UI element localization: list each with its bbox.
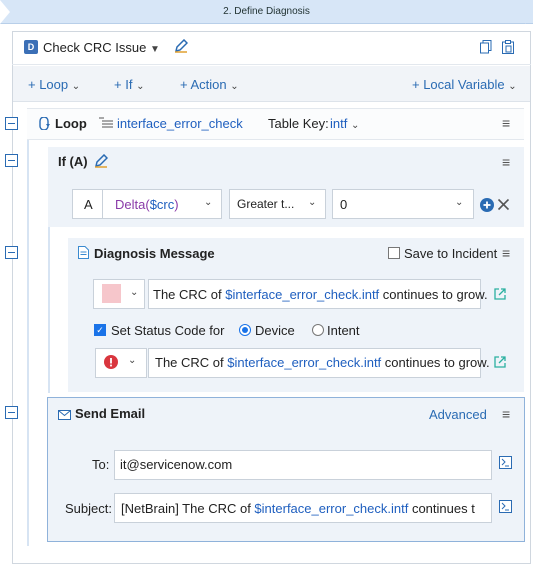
condition-value-text: 0 [340, 197, 348, 212]
diagnosis-menu-icon[interactable]: ≡ [502, 245, 510, 261]
add-loop-label: + Loop [28, 77, 69, 92]
add-action-label: + Action [180, 77, 227, 92]
loop-label: Loop [55, 116, 87, 131]
page-title-label: Check CRC Issue [43, 40, 147, 55]
table-key-value: intf [330, 116, 348, 131]
loop-table-link[interactable]: interface_error_check [117, 116, 243, 131]
paste-icon[interactable] [502, 40, 514, 57]
add-local-variable-label: + Local Variable [412, 77, 505, 92]
operand-suffix: ) [174, 197, 179, 212]
condition-letter-text: A [84, 197, 93, 212]
mail-icon [58, 408, 71, 423]
loop-icon [37, 116, 51, 133]
collapse-email-icon[interactable] [5, 406, 18, 419]
operand-prefix: Delta( [115, 197, 150, 212]
variable-picker-icon[interactable] [499, 500, 512, 516]
add-local-variable-button[interactable]: + Local Variable ⌄ [412, 77, 517, 92]
message-icon [78, 246, 89, 262]
table-key-select[interactable]: intf ⌄ [330, 116, 359, 131]
page-title[interactable]: Check CRC Issue ▼ [43, 40, 160, 55]
save-to-incident-label: Save to Incident [404, 246, 498, 261]
operand-variable: $crc [149, 197, 175, 212]
subject-value: [NetBrain] The CRC of $interface_error_c… [121, 501, 490, 516]
add-condition-icon[interactable] [480, 198, 494, 215]
advanced-link[interactable]: Advanced [429, 407, 487, 422]
chevron-down-icon: ⌄ [128, 355, 137, 366]
open-editor-icon[interactable] [494, 288, 506, 303]
loop-menu-icon[interactable]: ≡ [502, 115, 510, 131]
remove-condition-icon[interactable] [497, 198, 510, 214]
chevron-down-icon[interactable]: ⌄ [308, 197, 316, 208]
add-action-button[interactable]: + Action ⌄ [180, 77, 239, 92]
copy-icon[interactable] [480, 40, 492, 57]
status-message-text: The CRC of $interface_error_check.intf c… [155, 355, 490, 370]
set-status-label: Set Status Code for [111, 323, 225, 338]
table-list-icon [99, 117, 113, 132]
add-if-label: + If [114, 77, 133, 92]
diagnosis-type-icon: D [24, 40, 38, 54]
error-status-icon [104, 355, 118, 372]
condition-operator-text: Greater t... [237, 197, 295, 211]
if-block-header [48, 147, 524, 177]
subject-prefix: [NetBrain] The CRC of [121, 501, 255, 516]
condition-value-input[interactable] [332, 189, 474, 219]
if-label: If (A) [58, 154, 88, 169]
diagnosis-message-text: The CRC of $interface_error_check.intf c… [153, 287, 488, 302]
status-code-select[interactable] [95, 348, 147, 378]
to-value: it@servicenow.com [120, 457, 233, 472]
collapse-loop-icon[interactable] [5, 117, 18, 130]
variable-picker-icon[interactable] [499, 456, 512, 472]
collapse-if-icon[interactable] [5, 154, 18, 167]
add-if-button[interactable]: + If ⌄ [114, 77, 144, 92]
table-key-label: Table Key: [268, 116, 329, 131]
status-prefix: The CRC of [155, 355, 228, 370]
loop-nesting-line [27, 108, 29, 546]
save-to-incident-checkbox[interactable] [388, 247, 400, 259]
intent-radio[interactable] [312, 324, 324, 336]
message-color-swatch [102, 284, 121, 303]
intent-label: Intent [327, 323, 360, 338]
email-menu-icon[interactable]: ≡ [502, 406, 510, 422]
message-suffix: continues to grow. [379, 287, 488, 302]
collapse-diagnosis-icon[interactable] [5, 246, 18, 259]
edit-title-icon[interactable] [174, 38, 189, 56]
step-banner-label: 2. Define Diagnosis [223, 6, 310, 17]
status-variable: $interface_error_check.intf [227, 355, 382, 370]
set-status-checkbox[interactable]: ✓ [94, 324, 106, 336]
subject-variable: $interface_error_check.intf [254, 501, 409, 516]
open-editor-icon[interactable] [494, 356, 506, 371]
message-variable: $interface_error_check.intf [225, 287, 380, 302]
device-label: Device [255, 323, 295, 338]
chevron-down-icon[interactable]: ▼ [150, 44, 160, 55]
send-email-title: Send Email [75, 406, 146, 421]
chevron-down-icon[interactable]: ⌄ [204, 197, 212, 208]
subject-label: Subject: [65, 501, 112, 516]
diagnosis-message-title: Diagnosis Message [94, 246, 215, 261]
chevron-down-icon: ⌄ [130, 287, 139, 298]
add-loop-button[interactable]: + Loop ⌄ [28, 77, 80, 92]
if-menu-icon[interactable]: ≡ [502, 154, 510, 170]
condition-operand-text: Delta($crc) [115, 197, 179, 212]
status-suffix: continues to grow. [381, 355, 490, 370]
to-label: To: [92, 457, 110, 472]
subject-suffix: continues t [408, 501, 475, 516]
edit-if-icon[interactable] [94, 153, 109, 171]
message-prefix: The CRC of [153, 287, 226, 302]
chevron-down-icon: ⌄ [350, 120, 360, 131]
chevron-down-icon[interactable]: ⌄ [455, 197, 463, 208]
device-radio[interactable] [239, 324, 251, 336]
